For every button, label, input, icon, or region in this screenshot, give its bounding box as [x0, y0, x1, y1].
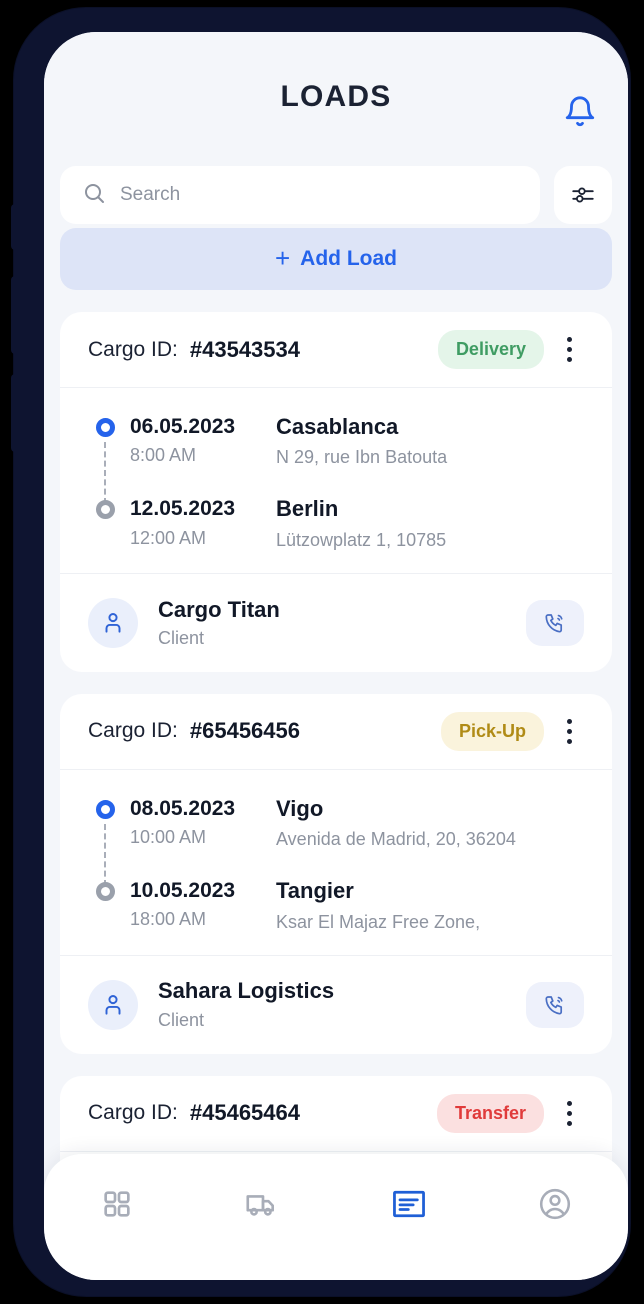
timeline-dashed-line: [104, 823, 106, 886]
status-badge: Pick-Up: [440, 711, 544, 751]
origin-dot-icon: [95, 799, 115, 819]
cargo-timeline: 08.05.2023 10:00 AM Vigo Avenida de Madr…: [60, 770, 612, 956]
client-info: Cargo Titan Client: [158, 597, 280, 649]
grid-icon: [101, 1188, 133, 1225]
add-load-label: Add Load: [300, 247, 397, 270]
cargo-card-header: Cargo ID: #45465464 Transfer: [60, 1076, 612, 1152]
stop-address: Ksar El Majaz Free Zone,: [276, 911, 481, 932]
card-overflow-menu-icon[interactable]: [554, 327, 584, 373]
stop-date: 10.05.2023: [130, 879, 236, 903]
app-header: LOADS: [44, 32, 628, 162]
timeline-marker-destination: [88, 496, 122, 520]
cargo-card-header: Cargo ID: #43543534 Delivery: [60, 312, 612, 388]
search-input[interactable]: Search: [60, 166, 540, 224]
cargo-card[interactable]: Cargo ID: #65456456 Pick-Up 08.05.2023 1…: [60, 693, 612, 1054]
stop-city: Vigo: [276, 795, 324, 821]
client-row: Sahara Logistics Client: [60, 956, 612, 1054]
origin-dot-icon: [95, 418, 115, 437]
cargo-id-label: Cargo ID:: [88, 1101, 178, 1125]
stop-time: 8:00 AM: [130, 445, 197, 466]
stop-time: 18:00 AM: [130, 909, 207, 930]
destination-dot-icon: [95, 500, 115, 520]
search-icon: [82, 181, 106, 210]
call-button[interactable]: [526, 981, 584, 1028]
plus-icon: +: [274, 243, 291, 273]
nav-item-profile[interactable]: [482, 1176, 628, 1236]
timeline-stop-destination: 10.05.2023 18:00 AM Tangier Ksar El Maja…: [88, 878, 584, 932]
cargo-id-value: #45465464: [189, 1100, 300, 1126]
stop-time: 12:00 AM: [130, 527, 207, 548]
cargo-card-header: Cargo ID: #65456456 Pick-Up: [60, 694, 612, 770]
cargo-id-label: Cargo ID:: [88, 719, 178, 743]
client-role: Client: [158, 1009, 205, 1030]
user-circle-icon: [537, 1186, 573, 1227]
timeline-stop-destination: 12.05.2023 12:00 AM Berlin Lützowplatz 1…: [88, 496, 584, 550]
timeline-datetime: 12.05.2023 12:00 AM: [130, 496, 276, 548]
add-load-button[interactable]: + Add Load: [60, 228, 612, 290]
device-side-button-mute[interactable]: [11, 204, 17, 250]
add-load-wrapper: Cargo ID: #34534534 Delivery + Add Load: [60, 228, 612, 290]
timeline-location: Berlin Lützowplatz 1, 10785: [276, 496, 584, 550]
search-row: Search: [44, 166, 628, 224]
filter-sliders-icon[interactable]: [554, 166, 612, 224]
search-placeholder: Search: [120, 184, 181, 205]
loads-list[interactable]: Cargo ID: #34534534 Delivery + Add Load …: [44, 228, 628, 1280]
document-list-icon: [391, 1188, 427, 1225]
stop-address: Lützowplatz 1, 10785: [276, 529, 447, 550]
status-badge: Delivery: [437, 330, 544, 369]
client-role: Client: [158, 627, 205, 648]
nav-item-dashboard[interactable]: [44, 1176, 190, 1236]
timeline-datetime: 06.05.2023 8:00 AM: [130, 414, 276, 466]
truck-icon: [245, 1186, 281, 1227]
client-name: Sahara Logistics: [158, 978, 335, 1004]
card-overflow-menu-icon[interactable]: [554, 1090, 584, 1136]
app-screen: LOADS Search + Add Load Cargo ID: #43543…: [44, 32, 628, 1280]
destination-dot-icon: [95, 882, 115, 902]
stop-date: 08.05.2023: [130, 796, 236, 820]
timeline-location: Casablanca N 29, rue Ibn Batouta: [276, 414, 584, 468]
device-frame: LOADS Search + Add Load Cargo ID: #43543…: [11, 8, 630, 1296]
timeline-datetime: 08.05.2023 10:00 AM: [130, 796, 276, 848]
nav-item-fleet[interactable]: [190, 1176, 336, 1236]
timeline-dashed-line: [104, 442, 106, 504]
client-name: Cargo Titan: [158, 596, 280, 622]
cargo-id-value: #43543534: [189, 336, 300, 362]
stop-address: N 29, rue Ibn Batouta: [276, 447, 448, 468]
call-button[interactable]: [526, 599, 584, 646]
timeline-stop-origin: 08.05.2023 10:00 AM Vigo Avenida de Madr…: [88, 796, 584, 886]
client-info: Sahara Logistics Client: [158, 978, 334, 1030]
status-badge: Transfer: [436, 1093, 544, 1133]
cargo-id-label: Cargo ID:: [88, 337, 178, 361]
bottom-navigation: [44, 1154, 628, 1280]
person-icon: [88, 597, 138, 648]
bell-icon[interactable]: [556, 88, 604, 136]
timeline-location: Vigo Avenida de Madrid, 20, 36204: [276, 796, 584, 850]
cargo-card[interactable]: Cargo ID: #43543534 Delivery 06.05.2023: [60, 312, 612, 672]
stop-address: Avenida de Madrid, 20, 36204: [276, 829, 516, 850]
stop-city: Tangier: [276, 878, 354, 904]
card-overflow-menu-icon[interactable]: [554, 708, 584, 754]
timeline-marker-origin: [88, 414, 122, 504]
timeline-marker-origin: [88, 796, 122, 886]
timeline-stop-origin: 06.05.2023 8:00 AM Casablanca N 29, rue …: [88, 414, 584, 504]
cargo-id-value: #65456456: [189, 718, 300, 744]
stop-time: 10:00 AM: [130, 827, 207, 848]
cargo-timeline: 06.05.2023 8:00 AM Casablanca N 29, rue …: [60, 388, 612, 574]
timeline-location: Tangier Ksar El Majaz Free Zone,: [276, 878, 584, 932]
stop-date: 06.05.2023: [130, 415, 236, 438]
client-row: Cargo Titan Client: [60, 574, 612, 672]
stop-city: Berlin: [276, 496, 339, 522]
device-side-button-volume-up[interactable]: [11, 276, 17, 354]
device-side-button-volume-down[interactable]: [11, 374, 17, 452]
timeline-marker-destination: [88, 878, 122, 902]
timeline-datetime: 10.05.2023 18:00 AM: [130, 878, 276, 930]
nav-item-loads[interactable]: [336, 1176, 482, 1236]
stop-date: 12.05.2023: [130, 497, 236, 521]
person-icon: [88, 979, 138, 1030]
stop-city: Casablanca: [276, 414, 399, 439]
page-title: LOADS: [280, 80, 392, 113]
